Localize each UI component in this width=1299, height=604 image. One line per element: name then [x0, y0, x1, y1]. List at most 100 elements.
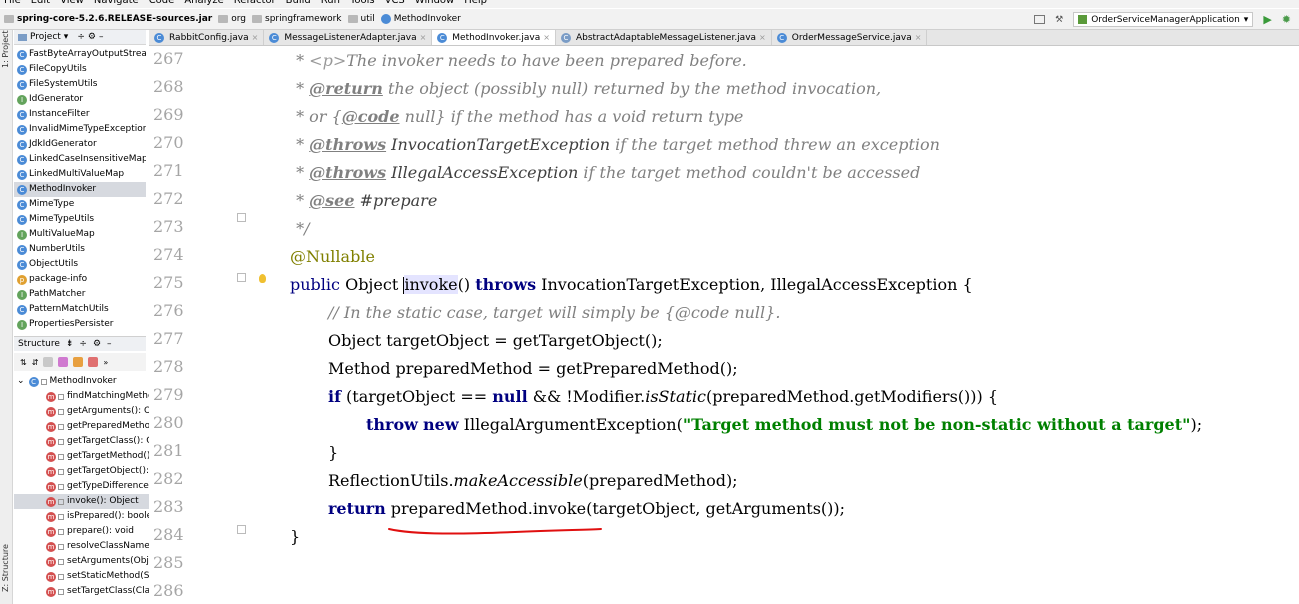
show-fields-icon[interactable]: [73, 357, 84, 367]
menu-item-tools[interactable]: Tools: [350, 0, 375, 6]
project-tree-item[interactable]: I MultiValueMap: [14, 227, 146, 242]
more-icon[interactable]: »: [103, 358, 108, 367]
visibility-icon: [58, 408, 64, 415]
sort-visibility-icon[interactable]: ⇵: [32, 358, 39, 367]
close-icon[interactable]: ×: [420, 33, 427, 42]
project-tree-item[interactable]: C InstanceFilter: [14, 107, 146, 122]
menu-item-build[interactable]: Build: [286, 0, 311, 6]
close-icon[interactable]: ×: [759, 33, 766, 42]
menu-item-navigate[interactable]: Navigate: [94, 0, 139, 6]
menu-item-window[interactable]: Window: [415, 0, 454, 6]
menu-item-view[interactable]: View: [60, 0, 84, 6]
project-tree-item[interactable]: C FastByteArrayOutputStream: [14, 47, 146, 62]
structure-item-label: prepare(): void: [67, 526, 134, 536]
menu-bar: File Edit View Navigate Code Analyze Refactor B…: [0, 0, 1299, 8]
project-panel-title[interactable]: Project: [30, 32, 61, 42]
project-tree-item[interactable]: C MimeTypeUtils: [14, 212, 146, 227]
close-icon[interactable]: ×: [252, 33, 259, 42]
menu-item-vcs[interactable]: VCS: [385, 0, 405, 6]
code-line-284: }: [290, 527, 301, 546]
project-tree-item[interactable]: C ObjectUtils: [14, 257, 146, 272]
close-icon[interactable]: ×: [915, 33, 922, 42]
menu-item-edit[interactable]: Edit: [31, 0, 50, 6]
editor-tab[interactable]: C MessageListenerAdapter.java ×: [264, 30, 433, 45]
structure-item[interactable]: m isPrepared(): boole: [14, 509, 149, 524]
structure-item[interactable]: m prepare(): void: [14, 524, 149, 539]
editor-tab[interactable]: C MethodInvoker.java ×: [432, 30, 556, 45]
layout-icon[interactable]: [1034, 15, 1046, 24]
project-tree-item[interactable]: C InvalidMimeTypeException: [14, 122, 146, 137]
project-tree-item[interactable]: I IdGenerator: [14, 92, 146, 107]
editor-tab[interactable]: C AbstractAdaptableMessageListener.java ×: [556, 30, 772, 45]
structure-item[interactable]: m getTargetObject():: [14, 464, 149, 479]
close-icon[interactable]: ×: [543, 33, 550, 42]
run-configuration-select[interactable]: OrderServiceManagerApplication ▾: [1073, 12, 1254, 27]
project-tree-item[interactable]: C MimeType: [14, 197, 146, 212]
project-tree-item[interactable]: p package-info: [14, 272, 146, 287]
gear-icon[interactable]: ⚙: [88, 32, 96, 42]
debug-icon[interactable]: ✹: [1282, 13, 1291, 26]
breadcrumb-class[interactable]: MethodInvoker: [380, 14, 461, 24]
menu-item-analyze[interactable]: Analyze: [184, 0, 223, 6]
structure-item[interactable]: m setStaticMethod(St: [14, 569, 149, 584]
breadcrumb-label: springframework: [265, 14, 342, 24]
show-nonpublic-icon[interactable]: [88, 357, 99, 367]
minimize-icon[interactable]: –: [99, 32, 104, 42]
menu-item-code[interactable]: Code: [149, 0, 175, 6]
breadcrumb-org[interactable]: org: [218, 14, 246, 24]
breadcrumb-springframework[interactable]: springframework: [252, 14, 342, 24]
menu-item-run[interactable]: Run: [321, 0, 340, 6]
project-tool-tab[interactable]: 1: Project: [1, 30, 10, 68]
project-tree-item[interactable]: C LinkedCaseInsensitiveMap: [14, 152, 146, 167]
hammer-icon[interactable]: ⚒: [1055, 15, 1063, 25]
project-tree-item[interactable]: C MethodInvoker: [14, 182, 146, 197]
tab-label: OrderMessageService.java: [791, 32, 912, 43]
show-inherited-icon[interactable]: [58, 357, 69, 367]
show-properties-icon[interactable]: [43, 357, 54, 367]
editor-tab[interactable]: C RabbitConfig.java ×: [149, 30, 265, 45]
project-tree-label: LinkedCaseInsensitiveMap: [29, 154, 146, 164]
project-tree-item[interactable]: C FileCopyUtils: [14, 62, 146, 77]
chevron-down-icon[interactable]: ⌄: [17, 374, 25, 389]
project-tree-item[interactable]: C LinkedMultiValueMap: [14, 167, 146, 182]
editor-tab[interactable]: C OrderMessageService.java ×: [772, 30, 928, 45]
structure-item[interactable]: m getArguments(): Ol: [14, 404, 149, 419]
structure-item[interactable]: m getTargetClass(): C: [14, 434, 149, 449]
lightbulb-icon[interactable]: [259, 274, 266, 283]
exception-name: InvocationTargetException: [386, 135, 611, 154]
visibility-icon: [58, 423, 64, 430]
breadcrumb-jar[interactable]: spring-core-5.2.6.RELEASE-sources.jar: [4, 14, 212, 24]
chevron-down-icon[interactable]: ▾: [64, 32, 69, 42]
visibility-icon: [58, 588, 64, 595]
class-icon: [380, 14, 391, 24]
structure-item[interactable]: m getTypeDifference\: [14, 479, 149, 494]
collapse-all-icon[interactable]: ÷: [79, 339, 87, 349]
project-tree-item[interactable]: C FileSystemUtils: [14, 77, 146, 92]
structure-item[interactable]: m getTargetMethod(): [14, 449, 149, 464]
project-tree-item[interactable]: C PatternMatchUtils: [14, 302, 146, 317]
expand-all-icon[interactable]: ⇟: [66, 339, 74, 349]
code-editor[interactable]: * <p>The invoker needs to have been prep…: [245, 47, 1299, 604]
structure-item[interactable]: m getPreparedMetho: [14, 419, 149, 434]
menu-item-file[interactable]: File: [4, 0, 21, 6]
structure-tool-tab[interactable]: Z: Structure: [1, 544, 10, 592]
project-tree-item[interactable]: C NumberUtils: [14, 242, 146, 257]
sort-alpha-icon[interactable]: ⇅: [20, 358, 27, 367]
menu-item-refactor[interactable]: Refactor: [234, 0, 276, 6]
structure-item[interactable]: m resolveClassName(: [14, 539, 149, 554]
structure-item[interactable]: m setTargetClass(Clas: [14, 584, 149, 599]
structure-item[interactable]: m setArguments(Obje: [14, 554, 149, 569]
run-icon[interactable]: ▶: [1263, 13, 1271, 26]
structure-item[interactable]: m invoke(): Object: [14, 494, 149, 509]
gear-icon[interactable]: ⚙: [93, 339, 101, 349]
menu-item-help[interactable]: Help: [464, 0, 487, 6]
structure-root[interactable]: ⌄ C MethodInvoker: [14, 374, 149, 389]
minimize-icon[interactable]: –: [107, 339, 112, 349]
collapse-icon[interactable]: ÷: [77, 32, 85, 42]
project-tree-item[interactable]: I PathMatcher: [14, 287, 146, 302]
comment-text: if the target method threw an exception: [610, 135, 940, 154]
structure-item[interactable]: m findMatchingMetho: [14, 389, 149, 404]
project-tree-item[interactable]: I PropertiesPersister: [14, 317, 146, 332]
breadcrumb-util[interactable]: util: [347, 14, 375, 24]
project-tree-item[interactable]: C JdkIdGenerator: [14, 137, 146, 152]
